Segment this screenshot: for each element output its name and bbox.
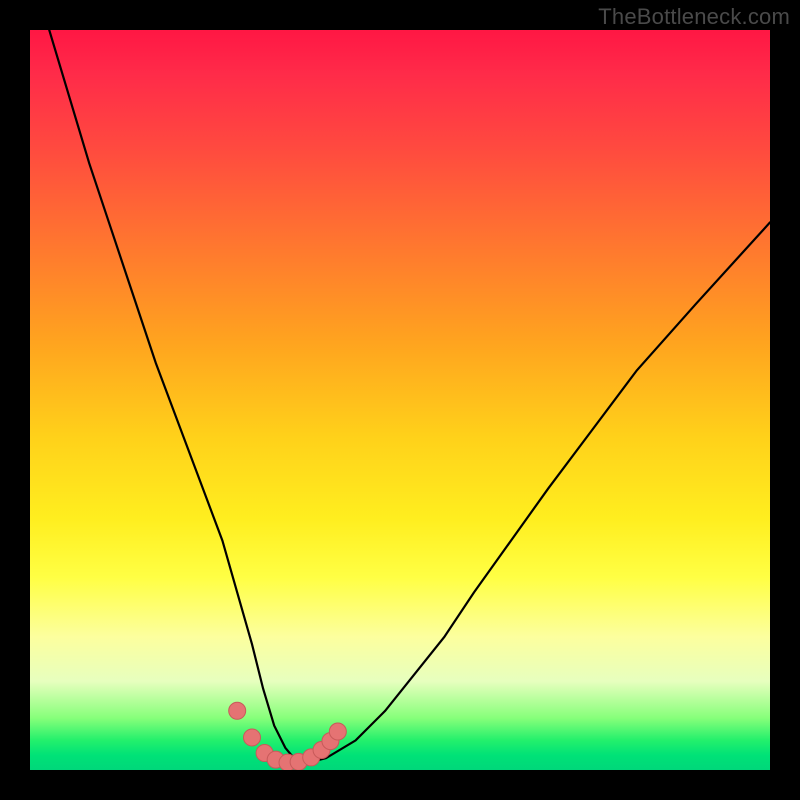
chart-svg [30,30,770,770]
plot-area [30,30,770,770]
watermark-text: TheBottleneck.com [598,4,790,30]
marker-point [229,702,246,719]
marker-point [329,723,346,740]
outer-frame: TheBottleneck.com [0,0,800,800]
marker-point [244,729,261,746]
bottleneck-curve [45,30,770,762]
marker-group [229,702,347,770]
